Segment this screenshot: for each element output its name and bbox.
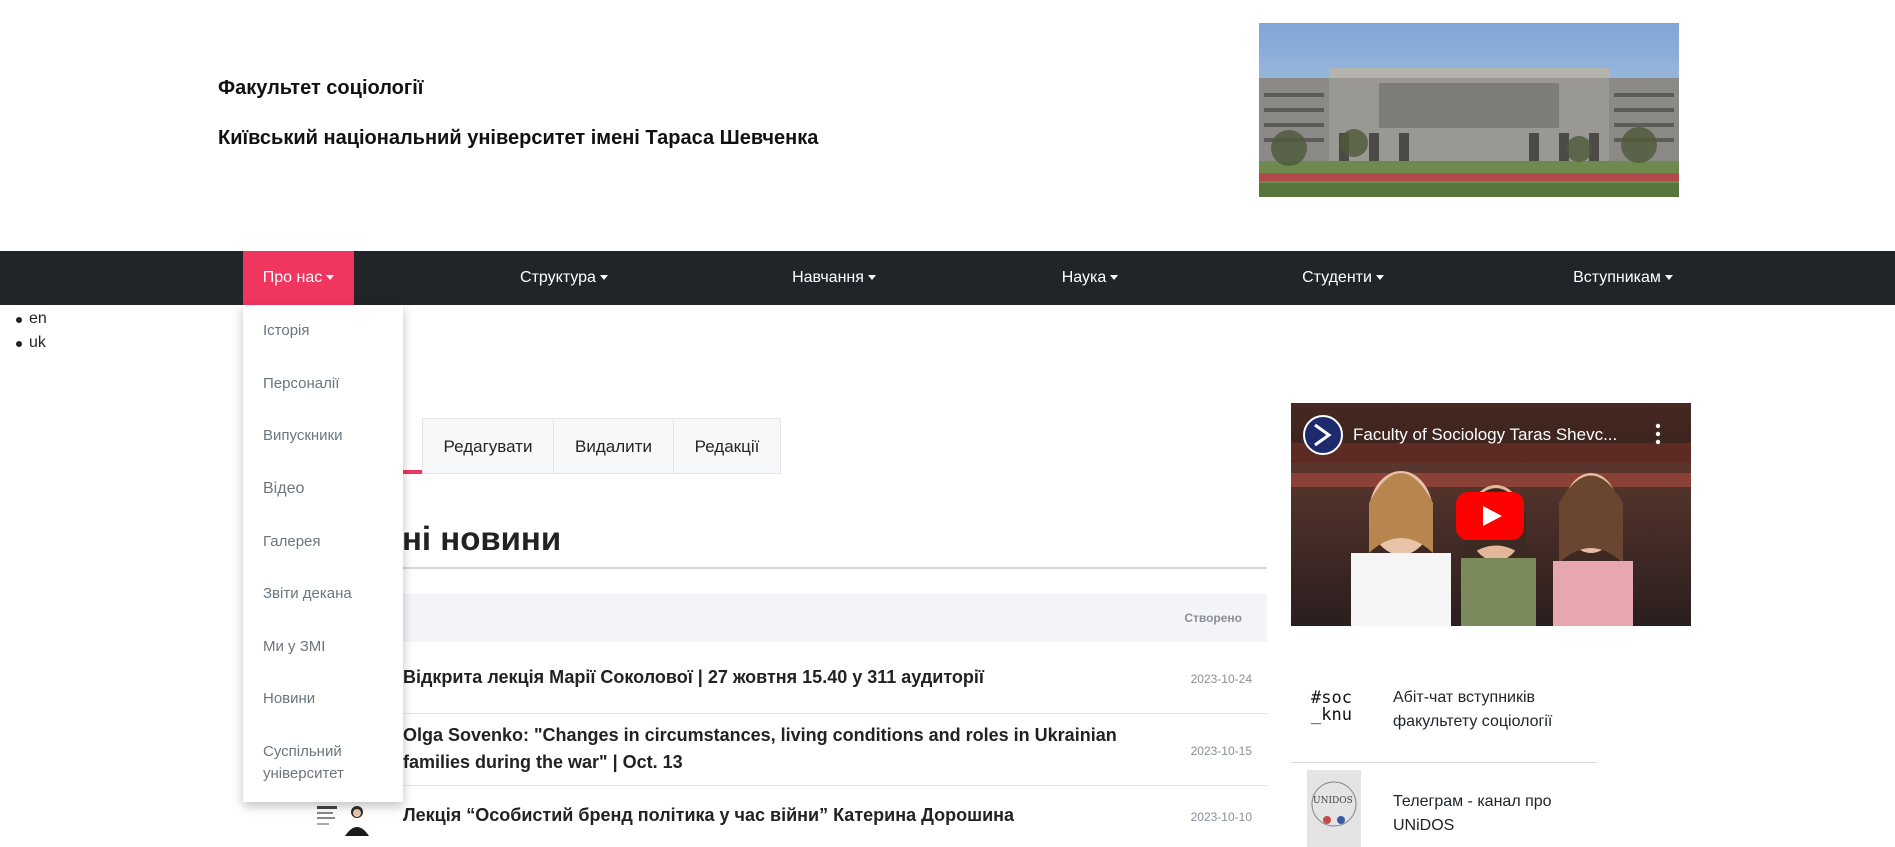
dropdown-item-media[interactable]: Ми у ЗМІ — [263, 636, 393, 658]
side-divider — [1291, 762, 1597, 763]
news-title-link[interactable]: Лекція “Особистий бренд політика у час в… — [403, 802, 1014, 829]
unidos-logo: UNIDOS — [1307, 770, 1361, 847]
chevron-down-icon — [867, 275, 876, 281]
tab-edit[interactable]: Редагувати — [422, 418, 554, 474]
language-link-uk[interactable]: uk — [14, 331, 47, 355]
news-row: Olga Sovenko: "Changes in circumstances,… — [310, 714, 1267, 786]
created-column-header: Створено — [1184, 611, 1242, 625]
more-options-icon[interactable] — [1655, 423, 1661, 445]
news-table-header: Створено — [310, 594, 1267, 642]
chevron-down-icon — [326, 275, 335, 281]
news-heading: ні новини — [402, 520, 562, 557]
side-link-unidos[interactable]: UNIDOS Телеграм - канал про UNiDOS — [1291, 770, 1597, 847]
main-navbar: Про нас Структура Навчання Наука Студент… — [0, 251, 1895, 305]
tab-delete[interactable]: Видалити — [553, 418, 674, 474]
soc-knu-logo-text: #soc _knu — [1311, 688, 1352, 725]
nav-item-structure[interactable]: Структура — [505, 251, 623, 305]
nav-item-label: Навчання — [792, 269, 864, 286]
unidos-logo-text: UNIDOS — [1313, 796, 1353, 806]
dropdown-item-personalities[interactable]: Персоналії — [263, 373, 393, 395]
nav-item-label: Структура — [520, 269, 596, 286]
language-link-en[interactable]: en — [14, 307, 47, 331]
news-row: Лекція “Особистий бренд політика у час в… — [310, 786, 1267, 847]
dropdown-item-news[interactable]: Новини — [263, 688, 393, 710]
chevron-down-icon — [1375, 275, 1384, 281]
youtube-video-embed[interactable]: Faculty of Sociology Taras Shevc... — [1291, 403, 1691, 626]
nav-item-label: Наука — [1061, 269, 1107, 286]
nav-item-science[interactable]: Наука — [1050, 251, 1130, 305]
news-row: Відкрита лекція Марії Соколової | 27 жов… — [310, 642, 1267, 714]
dropdown-item-public-university[interactable]: Суспільний університет — [263, 741, 393, 785]
side-link-abit-chat[interactable]: #soc _knu Абіт-чат вступників факультету… — [1291, 670, 1597, 760]
side-link-text[interactable]: Абіт-чат вступників факультету соціологі… — [1393, 686, 1593, 734]
chevron-down-icon — [599, 275, 608, 281]
news-title-link[interactable]: Відкрита лекція Марії Соколової | 27 жов… — [403, 664, 984, 691]
dropdown-item-history[interactable]: Історія — [263, 320, 393, 342]
about-dropdown-menu: Історія Персоналії Випускники Відео Гале… — [243, 305, 403, 802]
soc-knu-logo: #soc _knu — [1311, 690, 1361, 740]
nav-item-applicants[interactable]: Вступникам — [1563, 251, 1683, 305]
dropdown-item-video[interactable]: Відео — [263, 478, 393, 500]
nav-item-label: Вступникам — [1573, 269, 1661, 286]
news-date: 2023-10-10 — [1190, 810, 1252, 824]
dropdown-item-dean-reports[interactable]: Звіти декана — [263, 583, 393, 605]
dropdown-item-gallery[interactable]: Галерея — [263, 531, 393, 553]
news-title-link[interactable]: Olga Sovenko: "Changes in circumstances,… — [403, 722, 1163, 776]
news-divider — [310, 567, 1267, 569]
nav-item-label: Про нас — [262, 269, 323, 286]
faculty-title: Факультет соціології — [218, 77, 424, 99]
language-switcher: en uk — [14, 307, 47, 355]
nav-item-about[interactable]: Про нас — [243, 251, 354, 305]
university-title: Київський національний університет імені… — [218, 127, 819, 149]
play-icon[interactable] — [1456, 492, 1524, 540]
news-thumbnail[interactable] — [315, 800, 371, 836]
video-title: Faculty of Sociology Taras Shevc... — [1353, 425, 1618, 444]
nav-item-students[interactable]: Студенти — [1293, 251, 1393, 305]
nav-item-label: Студенти — [1302, 269, 1372, 286]
faculty-building-photo — [1259, 23, 1679, 197]
chevron-down-icon — [1664, 275, 1673, 281]
channel-logo-icon — [1303, 415, 1343, 455]
chevron-down-icon — [1110, 275, 1119, 281]
news-date: 2023-10-15 — [1190, 744, 1252, 758]
news-date: 2023-10-24 — [1190, 672, 1252, 686]
dropdown-item-graduates[interactable]: Випускники — [263, 425, 393, 447]
side-link-text[interactable]: Телеграм - канал про UNiDOS — [1393, 790, 1593, 838]
site-header: Факультет соціології Київський національ… — [0, 0, 1895, 251]
tab-revisions[interactable]: Редакції — [673, 418, 781, 474]
nav-item-education[interactable]: Навчання — [779, 251, 889, 305]
